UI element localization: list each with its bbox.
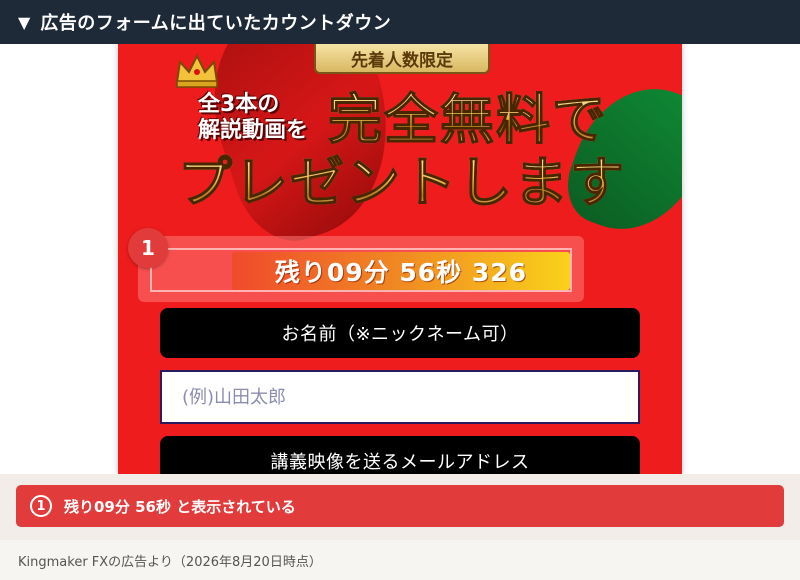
screenshot-page: ▼ 広告のフォームに出ていたカウントダウン 先着人数限定 全3本の 解説動画を …	[0, 0, 800, 580]
triangle-down-icon[interactable]: ▼	[18, 13, 30, 32]
name-label: お名前（※ニックネーム可）	[160, 308, 640, 358]
annotation-marker: 1	[128, 228, 168, 268]
countdown-timer: 残り09分 56秒 326	[232, 252, 570, 290]
ad-form-panel: 先着人数限定 全3本の 解説動画を 完全無料で プレゼントします 残り09分 5…	[118, 44, 682, 474]
headline-line2: プレゼントします	[177, 150, 626, 214]
callout-number: 1	[30, 495, 52, 517]
email-label: 講義映像を送るメールアドレス	[160, 436, 640, 474]
sub-headline-line2: 解説動画を	[198, 118, 309, 143]
source-caption: Kingmaker FXの広告より（2026年8月20日時点）	[0, 540, 800, 580]
sub-headline: 全3本の 解説動画を	[198, 92, 308, 144]
section-header[interactable]: ▼ 広告のフォームに出ていたカウントダウン	[0, 0, 800, 44]
annotation-callout: 1 残り09分 56秒 と表示されている	[16, 485, 784, 527]
limited-badge: 先着人数限定	[314, 44, 490, 74]
callout-text: 残り09分 56秒 と表示されている	[64, 497, 296, 516]
sub-headline-line1: 全3本の	[198, 92, 280, 117]
section-title: 広告のフォームに出ていたカウントダウン	[40, 13, 392, 34]
crown-icon	[175, 53, 219, 88]
name-input[interactable]	[160, 370, 640, 424]
headline-line1: 完全無料で	[327, 87, 608, 151]
